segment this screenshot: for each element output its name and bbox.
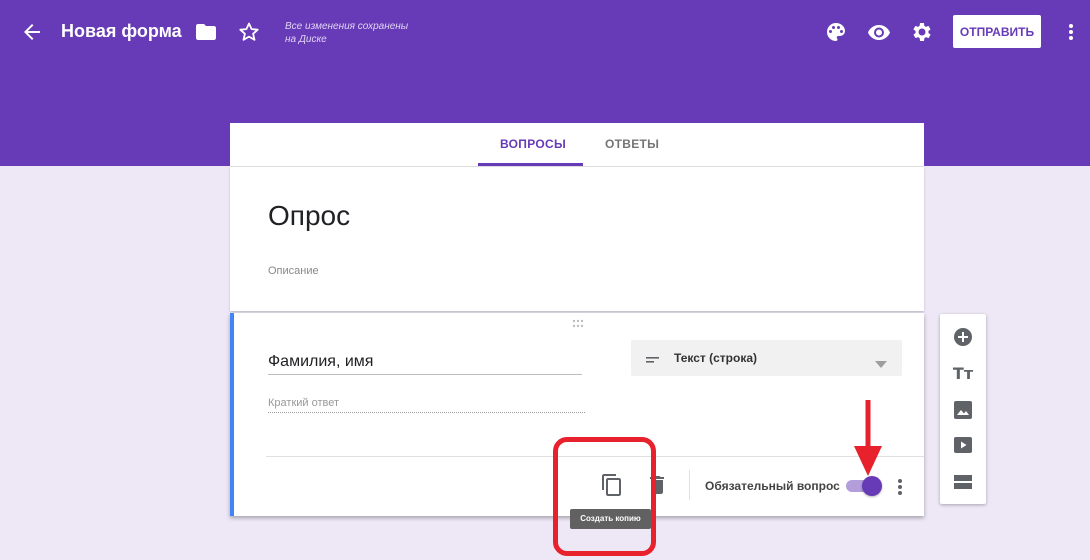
more-vert-icon[interactable] [1059,20,1083,44]
tab-answers[interactable]: ОТВЕТЫ [605,137,659,151]
active-tab-indicator [478,163,583,166]
save-status-line1: Все изменения сохранены [285,21,409,32]
title-text-icon[interactable]: Тт [951,362,975,386]
annotation-highlight-box [553,437,656,556]
question-type-dropdown[interactable]: Текст (строка) [631,340,902,376]
form-description-field[interactable]: Описание [268,265,319,277]
title-text-glyph: Тт [952,364,974,383]
arrow-back-icon[interactable] [20,20,44,44]
tab-questions[interactable]: ВОПРОСЫ [500,137,566,151]
required-label: Обязательный вопрос [705,479,840,493]
short-answer-underline [268,412,585,413]
question-type-label: Текст (строка) [674,351,758,365]
drag-handle-icon[interactable] [570,317,590,329]
form-name[interactable]: Новая форма [61,21,182,42]
video-icon[interactable] [951,433,975,457]
folder-icon[interactable] [194,20,218,44]
question-more-icon[interactable] [894,475,906,499]
dropdown-arrow-icon [875,355,887,368]
send-button[interactable]: ОТПРАВИТЬ [953,15,1041,48]
gear-icon[interactable] [910,20,934,44]
star-outline-icon[interactable] [237,20,261,44]
save-status: Все изменения сохранены на Диске [285,20,408,46]
footer-vertical-divider [689,470,690,500]
side-toolbar: Тт [940,314,986,504]
form-header-card: Опрос Описание [230,167,924,311]
question-title-underline [268,374,582,375]
section-icon[interactable] [951,470,975,494]
eye-icon[interactable] [867,20,891,44]
annotation-arrow-icon [850,400,886,480]
save-status-line2: на Диске [285,34,327,45]
short-answer-placeholder: Краткий ответ [268,397,340,409]
short-text-icon [645,352,661,363]
image-icon[interactable] [951,398,975,422]
palette-icon[interactable] [824,20,848,44]
tabs-bar: ВОПРОСЫ ОТВЕТЫ [230,123,924,167]
form-title[interactable]: Опрос [268,200,350,232]
question-title-input[interactable]: Фамилия, имя [268,353,373,371]
add-question-icon[interactable] [951,325,975,349]
